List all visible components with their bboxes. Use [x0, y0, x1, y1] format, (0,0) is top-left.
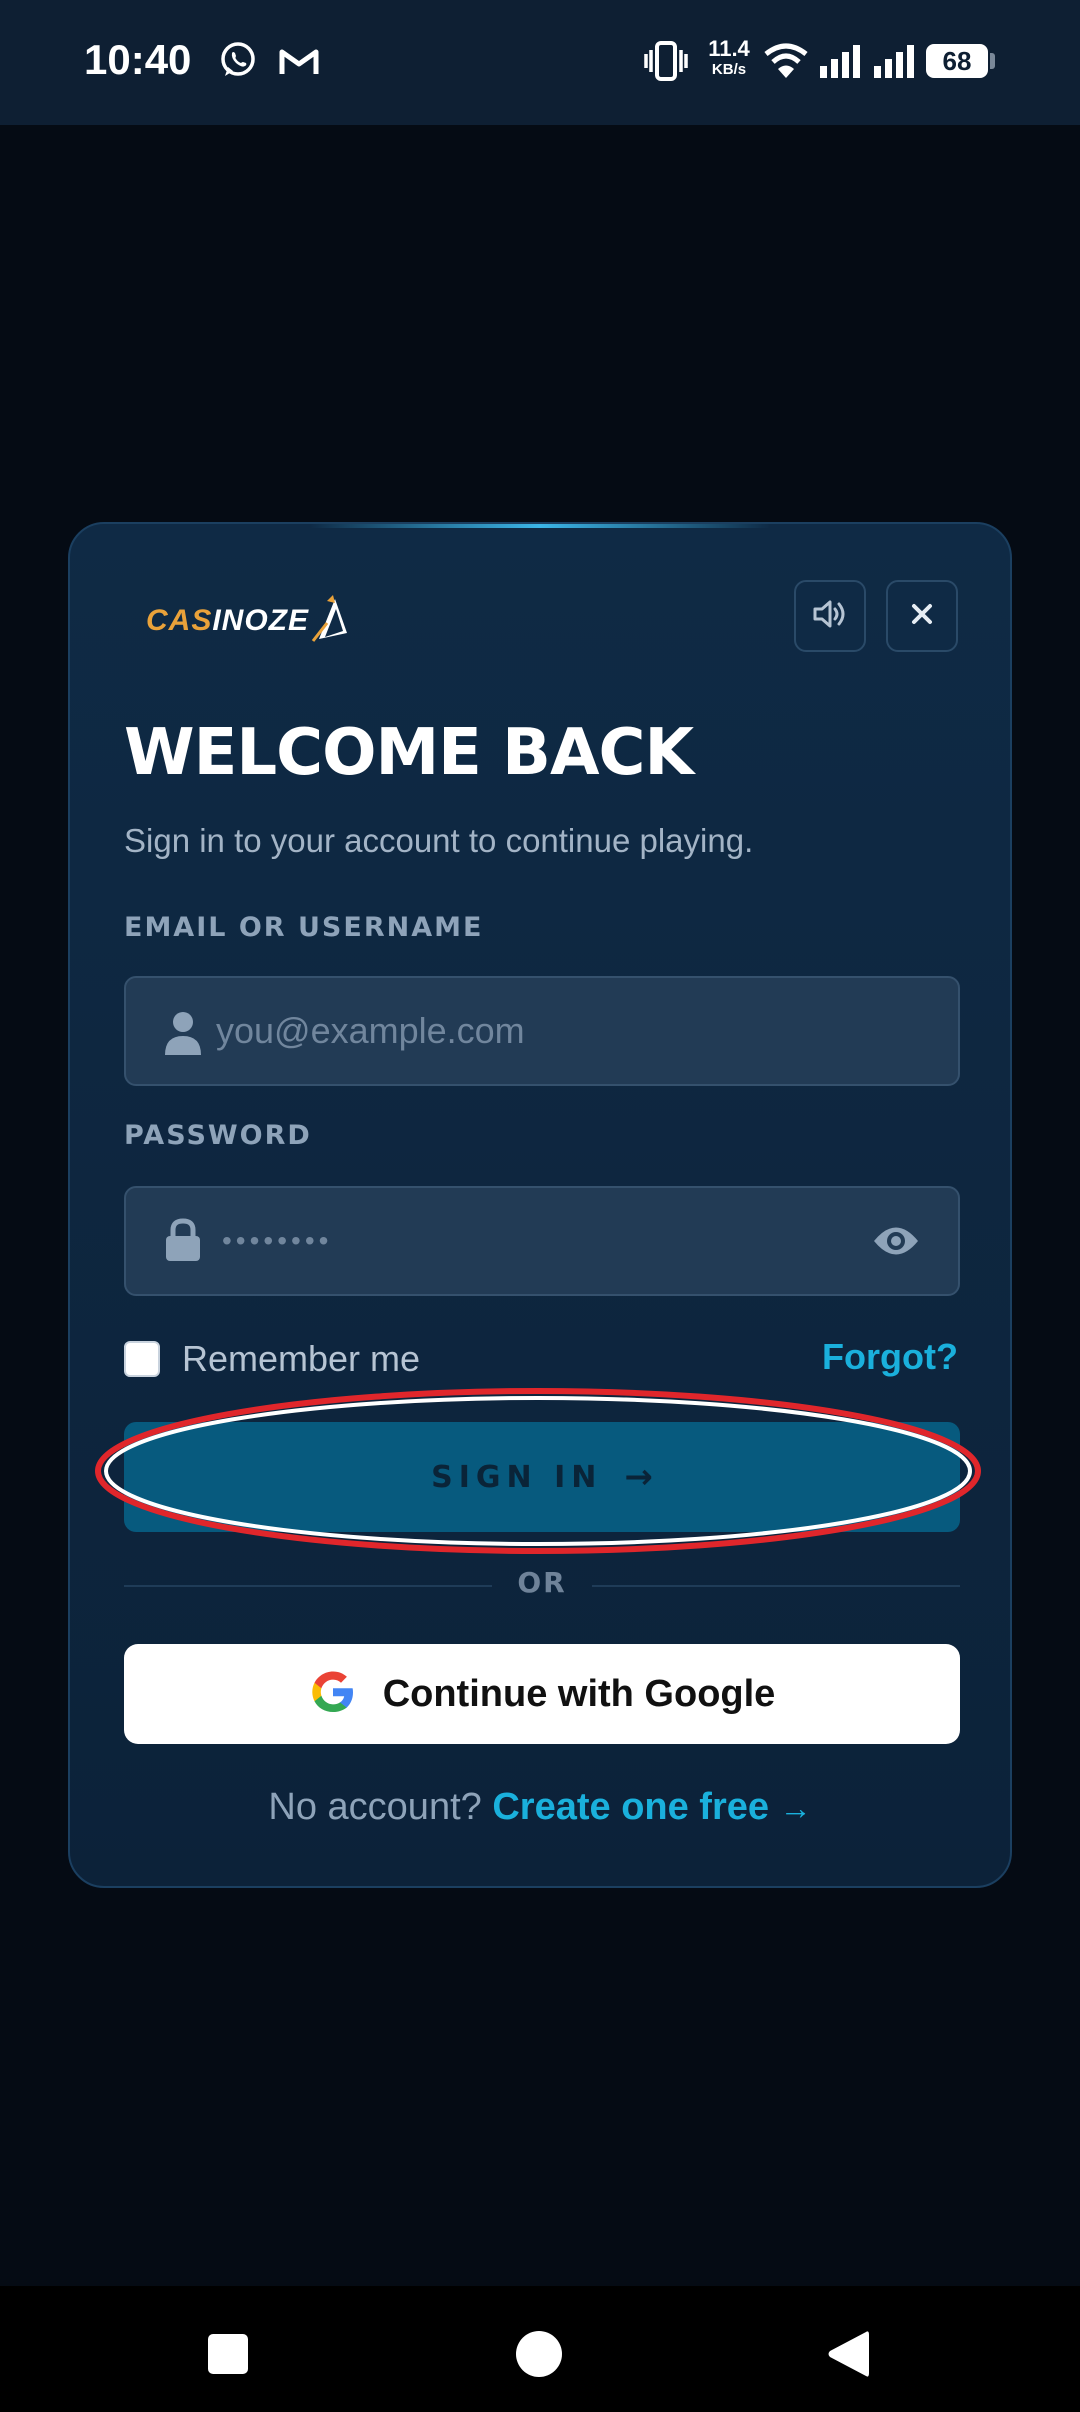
status-bar: 10:40 11.4 KB/s 68: [0, 0, 1080, 125]
signal-icon: [818, 44, 862, 83]
battery-tip: [990, 53, 995, 69]
google-button-label: Continue with Google: [382, 1672, 776, 1715]
email-label: EMAIL OR USERNAME: [124, 912, 484, 943]
wifi-icon: [764, 42, 808, 85]
network-speed: 11.4 KB/s: [703, 36, 755, 78]
close-button[interactable]: [886, 580, 958, 652]
system-nav-bar: [0, 2286, 1080, 2412]
battery-level: 68: [942, 46, 972, 76]
create-account-link[interactable]: Create one free →: [492, 1786, 811, 1828]
divider-right: [592, 1585, 960, 1587]
home-circle-icon: [515, 2330, 563, 2383]
page-title: WELCOME BACK: [124, 716, 694, 790]
google-icon: [309, 1668, 357, 1721]
user-icon: [164, 1011, 202, 1060]
logo-cards-icon: [311, 595, 348, 642]
signup-prompt-text: No account?: [268, 1786, 482, 1828]
signup-prompt: No account? Create one free →: [70, 1786, 1010, 1829]
status-time: 10:40: [84, 36, 192, 83]
battery-icon: 68: [926, 44, 988, 78]
remember-me[interactable]: Remember me: [124, 1338, 420, 1380]
recents-button[interactable]: [188, 2316, 268, 2396]
sound-toggle-button[interactable]: [794, 580, 866, 652]
logo-text: CASINOZE: [146, 604, 310, 637]
modal-top-glow: [310, 524, 770, 528]
password-field[interactable]: ••••••••: [124, 1186, 960, 1296]
or-divider-label: OR: [517, 1566, 567, 1599]
password-label: PASSWORD: [124, 1120, 312, 1151]
back-triangle-icon: [826, 2329, 870, 2384]
home-button[interactable]: [499, 2316, 579, 2396]
casinoze-logo: CASINOZE: [146, 586, 351, 656]
whatsapp-icon: [218, 40, 258, 85]
arrow-right-icon: →: [624, 1457, 653, 1497]
email-field[interactable]: [124, 976, 960, 1086]
sign-in-label: SIGN IN: [431, 1459, 603, 1495]
login-modal: CASINOZE WELCOME BACK Sign in to your ac…: [68, 522, 1012, 1888]
signal-icon: [872, 44, 916, 83]
page-subtitle: Sign in to your account to continue play…: [124, 822, 754, 859]
eye-icon[interactable]: [872, 1224, 920, 1263]
network-speed-unit: KB/s: [711, 61, 747, 78]
back-button[interactable]: [808, 2316, 888, 2396]
sign-in-button[interactable]: SIGN IN →: [124, 1422, 960, 1532]
gmail-icon: [278, 44, 320, 83]
lock-icon: [164, 1218, 202, 1267]
remember-me-label[interactable]: Remember me: [182, 1338, 420, 1380]
recents-square-icon: [207, 2333, 249, 2380]
email-input[interactable]: [216, 978, 876, 1084]
forgot-password-link[interactable]: Forgot?: [822, 1336, 958, 1378]
divider-left: [124, 1585, 492, 1587]
close-icon: [909, 601, 935, 632]
network-speed-value: 11.4: [708, 36, 750, 61]
speaker-icon: [812, 598, 848, 635]
password-input[interactable]: ••••••••: [222, 1226, 332, 1256]
vibrate-icon: [644, 40, 688, 87]
remember-me-checkbox[interactable]: [124, 1341, 160, 1377]
continue-with-google-button[interactable]: Continue with Google: [124, 1644, 960, 1744]
